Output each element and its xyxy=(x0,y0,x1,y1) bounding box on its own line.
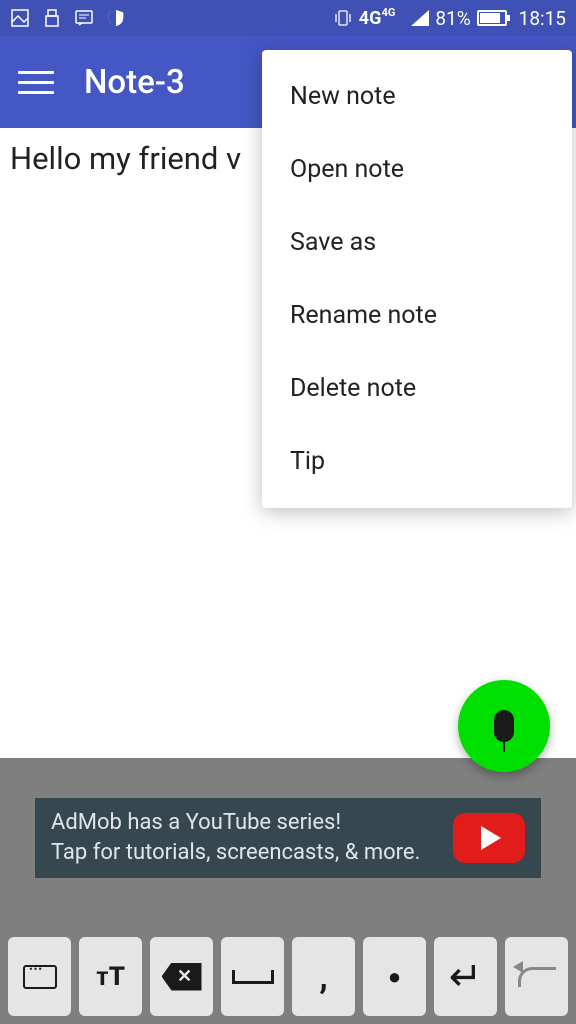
menu-item-tip[interactable]: Tip xyxy=(262,425,572,498)
menu-icon[interactable] xyxy=(18,64,54,100)
backspace-button[interactable]: ✕ xyxy=(150,937,213,1016)
keyboard-icon xyxy=(23,965,57,989)
period-button[interactable]: ● xyxy=(363,937,426,1016)
backspace-icon: ✕ xyxy=(162,963,202,991)
text-size-button[interactable]: ᴛT xyxy=(79,937,142,1016)
battery-percent: 81% xyxy=(435,7,470,30)
overflow-menu: New note Open note Save as Rename note D… xyxy=(262,50,572,508)
ad-line1: AdMob has a YouTube series! xyxy=(51,808,439,838)
clock: 18:15 xyxy=(519,7,566,30)
keyboard-toolbar: ᴛT ✕ , ● ↵ xyxy=(0,929,576,1024)
voice-record-button[interactable] xyxy=(458,680,550,772)
status-bar: 4G4G 81% 18:15 xyxy=(0,0,576,36)
ad-line2: Tap for tutorials, screencasts, & more. xyxy=(51,838,439,868)
menu-item-delete-note[interactable]: Delete note xyxy=(262,352,572,425)
undo-button[interactable] xyxy=(505,937,568,1016)
ad-banner[interactable]: AdMob has a YouTube series! Tap for tuto… xyxy=(35,798,541,878)
menu-item-save-as[interactable]: Save as xyxy=(262,206,572,279)
status-right: 4G4G 81% 18:15 xyxy=(333,7,566,30)
usb-icon xyxy=(42,8,62,28)
undo-icon xyxy=(518,967,556,987)
signal-icon xyxy=(411,10,429,26)
space-icon xyxy=(232,970,274,984)
keyboard-toggle-button[interactable] xyxy=(8,937,71,1016)
menu-item-open-note[interactable]: Open note xyxy=(262,133,572,206)
image-icon xyxy=(10,8,30,28)
battery-icon xyxy=(477,10,507,26)
status-left xyxy=(10,8,126,28)
enter-button[interactable]: ↵ xyxy=(434,937,497,1016)
menu-item-new-note[interactable]: New note xyxy=(262,60,572,133)
menu-item-rename-note[interactable]: Rename note xyxy=(262,279,572,352)
page-title: Note-3 xyxy=(84,63,185,102)
ad-text: AdMob has a YouTube series! Tap for tuto… xyxy=(51,808,439,867)
network-label: 4G4G xyxy=(359,8,382,29)
microphone-icon xyxy=(494,710,514,742)
youtube-play-icon[interactable] xyxy=(453,813,525,863)
vibrate-icon xyxy=(333,8,353,28)
shield-icon xyxy=(106,8,126,28)
space-button[interactable] xyxy=(221,937,284,1016)
message-icon xyxy=(74,8,94,28)
bottom-panel: AdMob has a YouTube series! Tap for tuto… xyxy=(0,758,576,1024)
comma-button[interactable]: , xyxy=(292,937,355,1016)
